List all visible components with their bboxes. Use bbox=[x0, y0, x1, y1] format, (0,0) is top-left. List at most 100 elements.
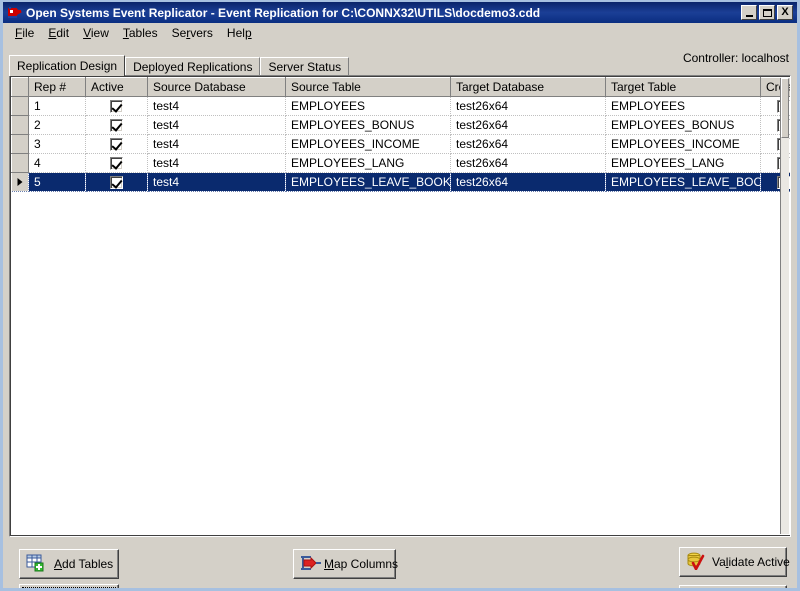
focus-rectangle bbox=[22, 587, 116, 591]
tab-deployed-replications[interactable]: Deployed Replications bbox=[125, 57, 260, 75]
cell-source-db[interactable]: test4 bbox=[148, 97, 286, 116]
column-header-active[interactable]: Active bbox=[86, 78, 148, 97]
row-selector[interactable] bbox=[12, 116, 29, 135]
table-row-selected[interactable]: 5 test4 EMPLOYEES_LEAVE_BOOK.. test26x64… bbox=[12, 173, 792, 192]
cell-source-table[interactable]: EMPLOYEES_INCOME bbox=[286, 135, 451, 154]
grid-vertical-scrollbar[interactable] bbox=[780, 78, 789, 534]
add-tables-accel: A bbox=[54, 557, 62, 571]
active-checkbox[interactable] bbox=[110, 119, 123, 132]
map-columns-button[interactable]: Map Columns bbox=[293, 549, 396, 579]
cell-active[interactable] bbox=[86, 116, 148, 135]
cell-rep[interactable]: 2 bbox=[29, 116, 86, 135]
minimize-button[interactable] bbox=[741, 5, 757, 20]
cell-rep[interactable]: 3 bbox=[29, 135, 86, 154]
cell-source-table[interactable]: EMPLOYEES_BONUS bbox=[286, 116, 451, 135]
row-selector[interactable] bbox=[12, 135, 29, 154]
app-icon bbox=[7, 5, 23, 21]
cell-rep[interactable]: 1 bbox=[29, 97, 86, 116]
controller-status: Controller: localhost bbox=[683, 51, 789, 65]
active-checkbox[interactable] bbox=[110, 157, 123, 170]
menu-item-file[interactable]: File bbox=[8, 24, 41, 42]
row-selector[interactable] bbox=[12, 154, 29, 173]
cell-target-db[interactable]: test26x64 bbox=[451, 116, 606, 135]
table-row[interactable]: 3 test4 EMPLOYEES_INCOME test26x64 EMPLO… bbox=[12, 135, 792, 154]
cell-source-db[interactable]: test4 bbox=[148, 135, 286, 154]
menu-item-view[interactable]: View bbox=[76, 24, 116, 42]
application-window: Open Systems Event Replicator - Event Re… bbox=[0, 0, 800, 591]
table-header-row: Rep # Active Source Database Source Tabl… bbox=[12, 78, 792, 97]
maximize-button[interactable] bbox=[759, 5, 775, 20]
menu-view-post: iew bbox=[91, 26, 109, 40]
menu-item-servers[interactable]: Servers bbox=[165, 24, 220, 42]
menu-help-accel: p bbox=[245, 26, 252, 40]
add-tables-post: dd Tables bbox=[62, 557, 113, 571]
database-check-icon bbox=[686, 552, 708, 572]
row-selector[interactable] bbox=[12, 97, 29, 116]
active-checkbox[interactable] bbox=[110, 176, 123, 189]
cell-rep[interactable]: 5 bbox=[29, 173, 86, 192]
menu-file-post: ile bbox=[22, 26, 34, 40]
cell-source-db[interactable]: test4 bbox=[148, 173, 286, 192]
column-header-source-db[interactable]: Source Database bbox=[148, 78, 286, 97]
grid-scrollbar-thumb[interactable] bbox=[781, 78, 789, 138]
cell-target-db[interactable]: test26x64 bbox=[451, 173, 606, 192]
table-row[interactable]: 1 test4 EMPLOYEES test26x64 EMPLOYEES bbox=[12, 97, 792, 116]
replication-grid-container: Rep # Active Source Database Source Tabl… bbox=[9, 75, 791, 537]
column-header-source-table[interactable]: Source Table bbox=[286, 78, 451, 97]
menu-tables-post: ables bbox=[129, 26, 158, 40]
delete-rep-button[interactable]: Delete Rep bbox=[19, 584, 119, 591]
cell-source-table[interactable]: EMPLOYEES_LANG bbox=[286, 154, 451, 173]
cell-target-db[interactable]: test26x64 bbox=[451, 135, 606, 154]
map-columns-post: ap Columns bbox=[334, 557, 398, 571]
menu-servers-post: vers bbox=[190, 26, 213, 40]
menu-item-help[interactable]: Help bbox=[220, 24, 259, 42]
cell-target-table[interactable]: EMPLOYEES_LANG bbox=[606, 154, 761, 173]
column-header-rep[interactable]: Rep # bbox=[29, 78, 86, 97]
map-columns-icon bbox=[300, 554, 322, 574]
cell-target-table[interactable]: EMPLOYEES_BONUS bbox=[606, 116, 761, 135]
active-checkbox[interactable] bbox=[110, 100, 123, 113]
cell-source-db[interactable]: test4 bbox=[148, 154, 286, 173]
validate-active-label: Validate Active bbox=[712, 555, 790, 569]
current-row-arrow-icon bbox=[18, 178, 23, 186]
menu-view-accel: V bbox=[83, 26, 91, 40]
map-columns-accel: M bbox=[324, 557, 334, 571]
cell-active[interactable] bbox=[86, 135, 148, 154]
window-title: Open Systems Event Replicator - Event Re… bbox=[26, 6, 741, 20]
cell-active[interactable] bbox=[86, 173, 148, 192]
cell-source-table[interactable]: EMPLOYEES_LEAVE_BOOK.. bbox=[286, 173, 451, 192]
add-tables-button[interactable]: Add Tables bbox=[19, 549, 119, 579]
row-selector[interactable] bbox=[12, 173, 29, 192]
table-add-icon bbox=[26, 554, 48, 574]
tab-server-status[interactable]: Server Status bbox=[260, 57, 349, 75]
menu-bar: File Edit View Tables Servers Help bbox=[3, 23, 797, 43]
cell-target-table[interactable]: EMPLOYEES_LEAVE_BOO... bbox=[606, 173, 761, 192]
validate-active-post: idate Active bbox=[728, 555, 789, 569]
cell-target-table[interactable]: EMPLOYEES_INCOME bbox=[606, 135, 761, 154]
tab-replication-design[interactable]: Replication Design bbox=[9, 55, 125, 76]
tab-strip: Replication Design Deployed Replications… bbox=[9, 55, 349, 75]
table-row[interactable]: 2 test4 EMPLOYEES_BONUS test26x64 EMPLOY… bbox=[12, 116, 792, 135]
validate-active-pre: Va bbox=[712, 555, 726, 569]
menu-item-edit[interactable]: Edit bbox=[41, 24, 76, 42]
validate-active-button[interactable]: Validate Active bbox=[679, 547, 787, 577]
cell-source-db[interactable]: test4 bbox=[148, 116, 286, 135]
close-icon: X bbox=[781, 7, 788, 18]
menu-item-tables[interactable]: Tables bbox=[116, 24, 165, 42]
cell-source-table[interactable]: EMPLOYEES bbox=[286, 97, 451, 116]
cell-active[interactable] bbox=[86, 154, 148, 173]
tab-replication-design-label: Replication Design bbox=[17, 59, 117, 73]
cell-target-db[interactable]: test26x64 bbox=[451, 97, 606, 116]
add-tables-label: Add Tables bbox=[54, 557, 113, 571]
cell-target-db[interactable]: test26x64 bbox=[451, 154, 606, 173]
close-button[interactable]: X bbox=[777, 5, 793, 20]
menu-help-pre: Hel bbox=[227, 26, 245, 40]
column-header-target-db[interactable]: Target Database bbox=[451, 78, 606, 97]
active-checkbox[interactable] bbox=[110, 138, 123, 151]
table-row[interactable]: 4 test4 EMPLOYEES_LANG test26x64 EMPLOYE… bbox=[12, 154, 792, 173]
column-header-target-table[interactable]: Target Table bbox=[606, 78, 761, 97]
cell-rep[interactable]: 4 bbox=[29, 154, 86, 173]
cell-active[interactable] bbox=[86, 97, 148, 116]
cell-target-table[interactable]: EMPLOYEES bbox=[606, 97, 761, 116]
deploy-button[interactable]: Deploy bbox=[679, 585, 787, 591]
